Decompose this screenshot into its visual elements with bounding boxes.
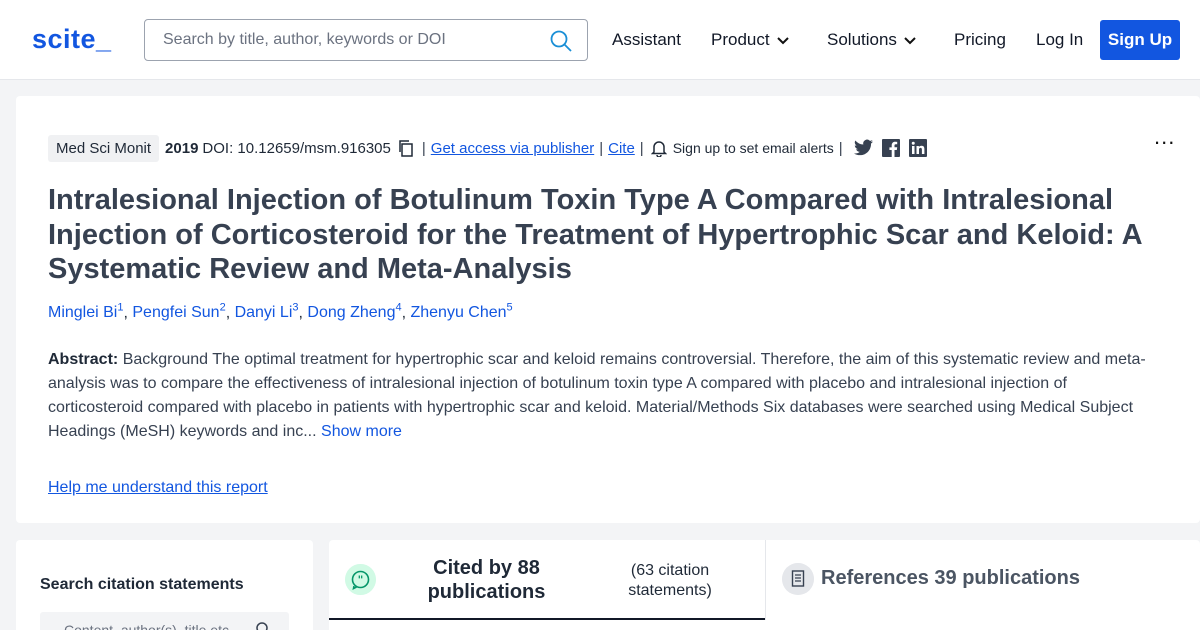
abstract-label: Abstract: xyxy=(48,351,119,368)
facebook-icon[interactable] xyxy=(881,139,900,157)
nav-solutions-label: Solutions xyxy=(827,30,897,49)
bell-icon[interactable] xyxy=(650,139,667,157)
scite-logo[interactable]: scite_ xyxy=(32,24,112,55)
citation-search-input[interactable] xyxy=(40,612,289,630)
linkedin-icon[interactable] xyxy=(908,139,927,157)
help-report-link[interactable]: Help me understand this report xyxy=(48,479,268,497)
doi-text: DOI: 10.12659/msm.916305 xyxy=(202,139,391,157)
citation-search-label: Search citation statements xyxy=(40,576,244,593)
search-box xyxy=(144,19,588,61)
search-input[interactable] xyxy=(146,21,536,59)
tab-cited-by[interactable]: " Cited by 88 publications (63 citation … xyxy=(329,540,765,620)
separator: | xyxy=(421,139,426,157)
citation-tabs: " Cited by 88 publications (63 citation … xyxy=(329,540,1200,630)
nav-solutions[interactable]: Solutions xyxy=(827,30,917,50)
author-link[interactable]: Danyi Li3 xyxy=(235,302,299,321)
paper-meta: Med Sci Monit 2019 DOI: 10.12659/msm.916… xyxy=(48,133,927,163)
cite-link[interactable]: Cite xyxy=(608,140,635,157)
author-list: Minglei Bi1, Pengfei Sun2, Danyi Li3, Do… xyxy=(48,302,513,322)
signup-button[interactable]: Sign Up xyxy=(1100,20,1180,60)
speech-bubble-icon: " xyxy=(345,564,376,595)
svg-text:": " xyxy=(358,574,364,587)
social-share xyxy=(853,139,927,157)
access-link[interactable]: Get access via publisher xyxy=(431,140,594,157)
search-icon[interactable] xyxy=(256,622,270,630)
separator: | xyxy=(599,139,604,157)
top-nav: scite_ Assistant Product Solutions Prici… xyxy=(0,0,1200,80)
separator: | xyxy=(838,139,843,157)
author-link[interactable]: Minglei Bi1 xyxy=(48,302,123,321)
tab-references[interactable]: References 39 publications xyxy=(821,567,1080,590)
separator: | xyxy=(639,139,644,157)
chevron-down-icon xyxy=(904,36,916,44)
nav-product-label: Product xyxy=(711,30,770,49)
tab-divider xyxy=(765,540,766,620)
twitter-icon[interactable] xyxy=(853,139,873,156)
email-alerts-link[interactable]: Sign up to set email alerts xyxy=(673,140,834,156)
chevron-down-icon xyxy=(776,36,789,44)
author-link[interactable]: Zhenyu Chen5 xyxy=(410,302,512,321)
nav-product[interactable]: Product xyxy=(711,30,790,50)
nav-assistant[interactable]: Assistant xyxy=(612,30,681,50)
citation-statements-count: (63 citation statements) xyxy=(628,562,712,599)
abstract-text: Background The optimal treatment for hyp… xyxy=(48,351,1146,440)
abstract: Abstract: Background The optimal treatme… xyxy=(48,348,1158,444)
paper-card: Med Sci Monit 2019 DOI: 10.12659/msm.916… xyxy=(16,96,1200,523)
copy-icon[interactable] xyxy=(397,139,415,157)
nav-pricing[interactable]: Pricing xyxy=(954,30,1006,50)
author-link[interactable]: Dong Zheng4 xyxy=(307,302,401,321)
journal-badge[interactable]: Med Sci Monit xyxy=(48,134,160,162)
paper-title: Intralesional Injection of Botulinum Tox… xyxy=(48,184,1142,285)
publication-year: 2019 xyxy=(165,139,199,157)
more-options-icon[interactable]: ... xyxy=(1154,124,1175,150)
citation-search-panel: Search citation statements xyxy=(16,540,313,630)
cited-by-count: Cited by 88 publications xyxy=(427,557,546,603)
document-icon xyxy=(782,563,814,595)
nav-login[interactable]: Log In xyxy=(1036,30,1083,50)
show-more-link[interactable]: Show more xyxy=(321,423,402,440)
search-icon[interactable] xyxy=(549,29,573,53)
author-link[interactable]: Pengfei Sun2 xyxy=(132,302,225,321)
